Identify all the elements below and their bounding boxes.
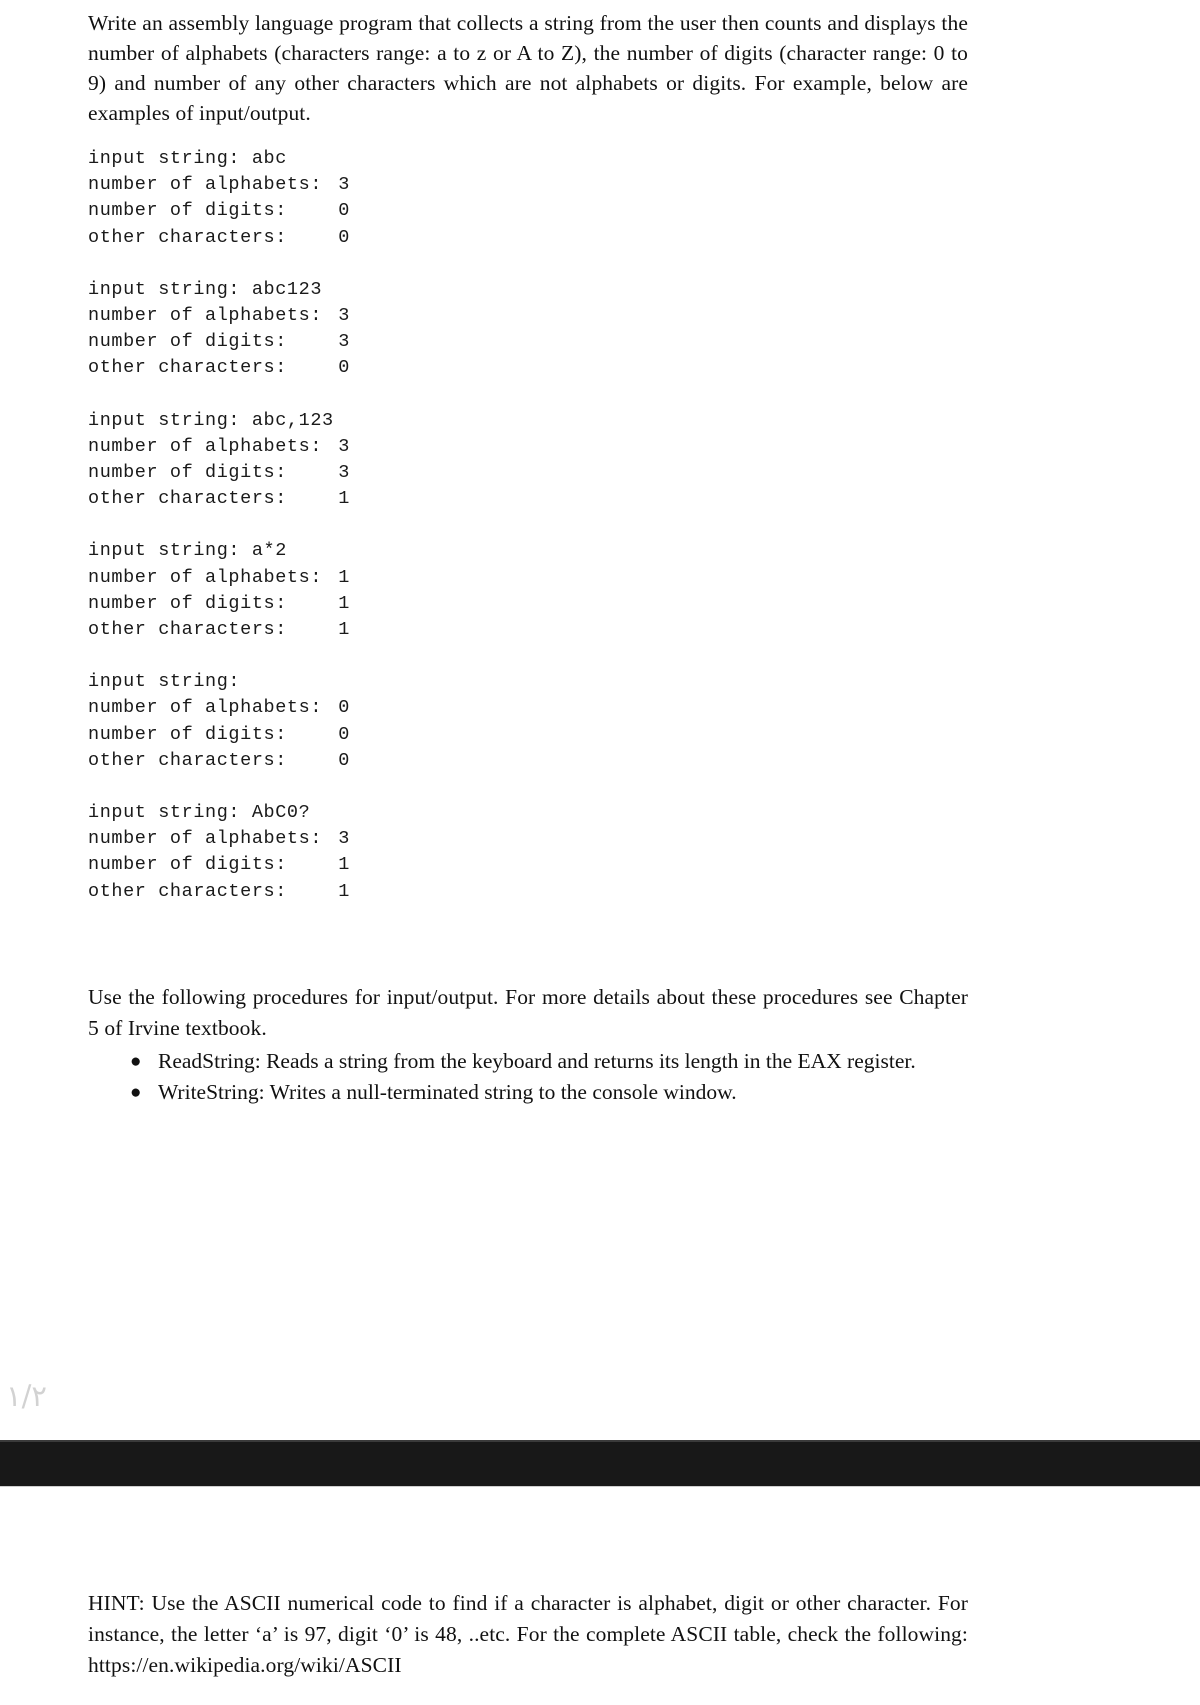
sample-output-value: 3 (338, 331, 350, 353)
sample-output-row: number of digits: 1 (88, 591, 648, 617)
sample-io-blocks: input string: abc number of alphabets: 3 nu… (88, 146, 648, 931)
sample-output-value: 0 (338, 723, 350, 745)
sample-output-label: other characters: (88, 880, 287, 902)
sample-output-value: 3 (338, 435, 350, 457)
document-page: Write an assembly language program that … (0, 0, 1200, 1705)
sample-output-row: number of alphabets: 3 (88, 303, 648, 329)
sample-output-value: 0 (338, 226, 350, 248)
sample-output-row: number of alphabets: 0 (88, 695, 648, 721)
procedures-intro-paragraph: Use the following procedures for input/o… (88, 985, 968, 1040)
procedure-list-item: ● WriteString: Writes a null-terminated s… (88, 1077, 968, 1108)
bullet-icon: ● (130, 1082, 142, 1103)
sample-output-value: 1 (338, 854, 350, 876)
sample-io-block: input string: a*2 number of alphabets: 1 nu… (88, 538, 648, 643)
sample-output-row: other characters: 1 (88, 617, 648, 643)
procedure-list-item-label: ReadString: Reads a string from the keyb… (158, 1049, 916, 1073)
sample-output-label: number of digits: (88, 331, 287, 353)
sample-output-label: number of digits: (88, 723, 287, 745)
sample-output-label: number of alphabets: (88, 305, 323, 327)
procedures-section: Use the following procedures for input/o… (88, 982, 968, 1108)
procedure-list-item: ● ReadString: Reads a string from the key… (88, 1046, 968, 1077)
sample-output-row: number of alphabets: 1 (88, 565, 648, 591)
sample-output-row: number of digits: 0 (88, 198, 648, 224)
sample-output-value: 0 (338, 697, 350, 719)
sample-output-value: 3 (338, 174, 350, 196)
sample-input-line: input string: abc,123 (88, 409, 334, 431)
sample-output-row: other characters: 0 (88, 225, 648, 251)
sample-output-label: other characters: (88, 488, 287, 510)
sample-output-row: number of alphabets: 3 (88, 826, 648, 852)
sample-output-row: number of alphabets: 3 (88, 172, 648, 198)
sample-output-row: number of alphabets: 3 (88, 434, 648, 460)
sample-output-label: number of alphabets: (88, 566, 323, 588)
sample-io-block: input string: AbC0? number of alphabets: 3… (88, 800, 648, 905)
bullet-icon: ● (130, 1051, 142, 1072)
sample-output-label: number of digits: (88, 854, 287, 876)
sample-output-value: 1 (338, 566, 350, 588)
sample-input-line: input string: AbC0? (88, 802, 311, 824)
sample-io-block: input string: number of alphabets: 0 number… (88, 669, 648, 774)
sample-output-value: 0 (338, 200, 350, 222)
hint-paragraph: HINT: Use the ASCII numerical code to fi… (88, 1591, 968, 1677)
sample-output-value: 1 (338, 488, 350, 510)
sample-io-block: input string: abc number of alphabets: 3 nu… (88, 146, 648, 251)
sample-output-label: other characters: (88, 357, 287, 379)
page-separator-bar (0, 1440, 1200, 1487)
sample-io-block: input string: abc,123 number of alphabets… (88, 408, 648, 513)
sample-output-value: 1 (338, 619, 350, 641)
sample-output-label: number of alphabets: (88, 828, 323, 850)
sample-input-line: input string: abc123 (88, 278, 323, 300)
sample-output-value: 0 (338, 749, 350, 771)
sample-output-label: other characters: (88, 749, 287, 771)
sample-output-value: 3 (338, 462, 350, 484)
sample-output-row: other characters: 1 (88, 879, 648, 905)
sample-input-line: input string: a*2 (88, 540, 287, 562)
sample-input-line: input string: (88, 671, 241, 693)
sample-output-row: other characters: 1 (88, 486, 648, 512)
sample-output-row: other characters: 0 (88, 748, 648, 774)
sample-output-label: other characters: (88, 619, 287, 641)
procedures-list: ● ReadString: Reads a string from the key… (88, 1046, 968, 1108)
procedure-list-item-label: WriteString: Writes a null-terminated st… (158, 1080, 737, 1104)
intro-paragraph: Write an assembly language program that … (88, 11, 968, 125)
sample-output-label: number of alphabets: (88, 435, 323, 457)
page-number-marker: ٢/١ (6, 1379, 47, 1413)
sample-io-block: input string: abc123 number of alphabets:… (88, 277, 648, 382)
sample-output-row: number of digits: 3 (88, 460, 648, 486)
sample-output-row: number of digits: 3 (88, 329, 648, 355)
sample-output-label: number of digits: (88, 592, 287, 614)
sample-output-value: 0 (338, 357, 350, 379)
sample-output-label: number of digits: (88, 200, 287, 222)
sample-output-value: 1 (338, 880, 350, 902)
sample-output-label: other characters: (88, 226, 287, 248)
sample-output-value: 1 (338, 592, 350, 614)
sample-output-label: number of digits: (88, 462, 287, 484)
sample-output-label: number of alphabets: (88, 174, 323, 196)
sample-output-label: number of alphabets: (88, 697, 323, 719)
sample-output-value: 3 (338, 828, 350, 850)
sample-output-row: other characters: 0 (88, 355, 648, 381)
sample-output-row: number of digits: 1 (88, 852, 648, 878)
sample-output-row: number of digits: 0 (88, 722, 648, 748)
hint-section: HINT: Use the ASCII numerical code to fi… (88, 1588, 968, 1681)
sample-input-line: input string: abc (88, 148, 287, 169)
sample-output-value: 3 (338, 305, 350, 327)
